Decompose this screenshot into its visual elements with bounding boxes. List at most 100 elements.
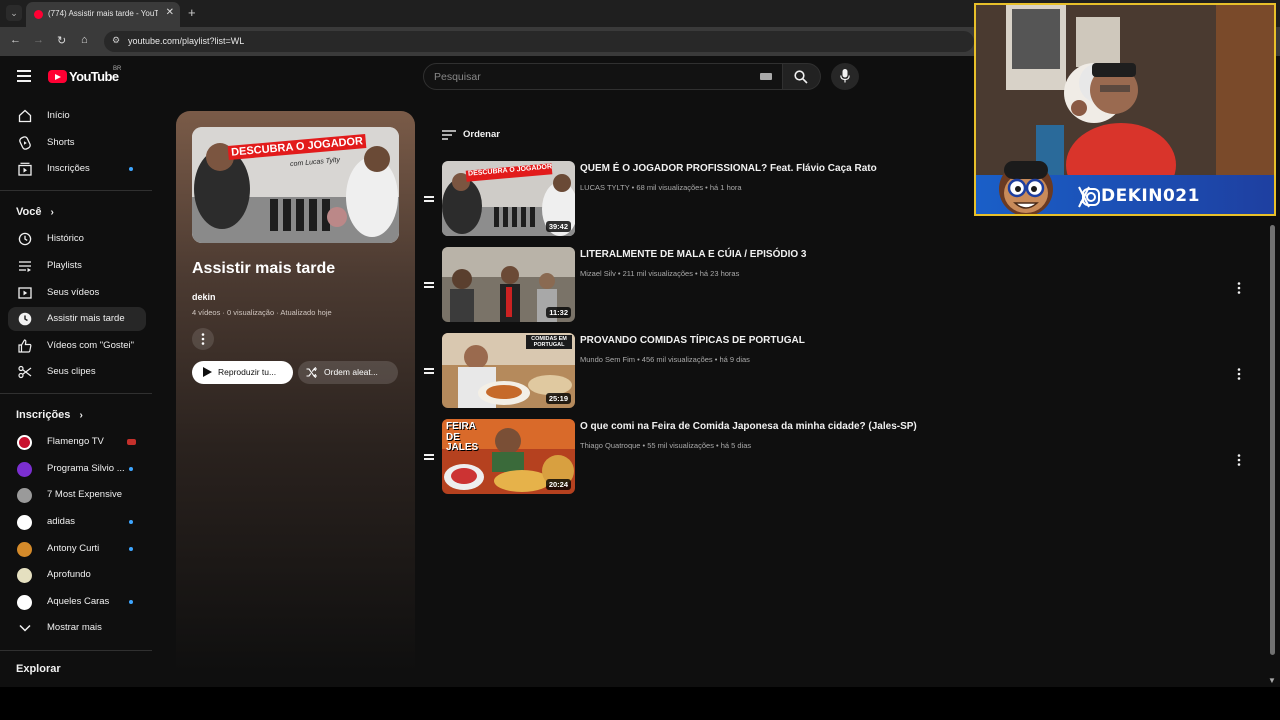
sidebar-item-your-videos[interactable]: Seus vídeos (8, 281, 146, 305)
search-button[interactable] (783, 63, 821, 90)
subscription-item[interactable]: Programa Silvio ... (8, 457, 146, 481)
shuffle-button[interactable]: Ordem aleat... (298, 361, 398, 384)
sidebar-item-label: Inscrições (47, 163, 90, 174)
channel-avatar-slot (17, 567, 32, 583)
subscription-item[interactable]: Antony Curti (8, 537, 146, 561)
subscription-item[interactable]: adidas (8, 510, 146, 534)
sidebar-item-clips[interactable]: Seus clipes (8, 360, 146, 384)
video-thumbnail[interactable]: FEIRA DE JALES 20:24 (442, 419, 575, 494)
browser-tab[interactable]: (774) Assistir mais tarde - YouTube ✕ (26, 2, 180, 27)
tab-search-button[interactable]: ⌄ (6, 5, 22, 21)
new-content-dot (129, 167, 133, 171)
show-more-label: Mostrar mais (47, 622, 102, 633)
reload-icon[interactable]: ↻ (57, 34, 66, 47)
home-button-icon[interactable]: ⌂ (81, 34, 88, 46)
sidebar-item-playlists[interactable]: Playlists (8, 254, 146, 278)
back-icon[interactable]: ← (10, 34, 21, 46)
scrollbar-thumb[interactable] (1270, 225, 1275, 655)
video-thumbnail[interactable]: 11:32 (442, 247, 575, 322)
sidebar-item-home[interactable]: Início (8, 104, 146, 128)
playlist-owner[interactable]: dekin (192, 292, 216, 302)
video-title[interactable]: QUEM É O JOGADOR PROFISSIONAL? Feat. Flá… (580, 163, 877, 174)
more-vert-icon (201, 333, 205, 345)
voice-search-button[interactable] (831, 63, 859, 90)
drag-handle-icon[interactable] (424, 368, 434, 376)
tab-title: (774) Assistir mais tarde - YouTube (48, 9, 158, 18)
thumbnail-headline: FEIRA DE JALES (446, 421, 479, 453)
show-more-button[interactable]: Mostrar mais (8, 616, 146, 640)
subscription-label: Aprofundo (47, 569, 91, 580)
video-title[interactable]: LITERALMENTE DE MALA E CÚIA / EPISÓDIO 3 (580, 249, 807, 260)
sidebar-item-liked-videos[interactable]: Vídeos com "Gostei" (8, 334, 146, 358)
subscription-label: Programa Silvio ... (47, 463, 125, 474)
sort-button[interactable]: Ordenar (442, 127, 512, 143)
video-meta: LUCAS TYLTY • 68 mil visualizações • há … (580, 183, 742, 192)
playlist-thumbnail[interactable]: DESCUBRA O JOGADOR com Lucas Tylty (192, 127, 399, 243)
sidebar-item-subscriptions[interactable]: Inscrições (8, 157, 146, 181)
sidebar-item-history[interactable]: Histórico (8, 227, 146, 251)
guide-menu-icon[interactable] (17, 70, 31, 82)
video-menu-button[interactable] (1233, 452, 1245, 468)
sidebar-item-label: Seus vídeos (47, 287, 100, 298)
sidebar-item-watch-later[interactable]: Assistir mais tarde (8, 307, 146, 331)
subscription-item[interactable]: Aprofundo (8, 563, 146, 587)
shuffle-label: Ordem aleat... (324, 367, 378, 377)
playlist-title: Assistir mais tarde (192, 260, 336, 277)
sort-label: Ordenar (463, 129, 500, 140)
you-section-heading[interactable]: Você › (16, 206, 54, 218)
video-menu-button[interactable] (1233, 366, 1245, 382)
video-title[interactable]: O que comi na Feira de Comida Japonesa d… (580, 421, 917, 432)
video-title[interactable]: PROVANDO COMIDAS TÍPICAS DE PORTUGAL (580, 335, 805, 346)
channel-avatar-slot (17, 594, 32, 610)
video-thumbnail[interactable]: COMIDAS EM PORTUGAL 25:19 (442, 333, 575, 408)
new-content-dot (129, 520, 133, 524)
playlist-stats: 4 vídeos · 0 visualização · Atualizado h… (192, 308, 332, 317)
site-info-icon[interactable]: ⚙ (112, 35, 120, 46)
youtube-favicon-icon (34, 10, 43, 19)
drag-handle-icon[interactable] (424, 196, 434, 204)
subscriptions-heading-label: Inscrições (16, 409, 71, 421)
sidebar-item-shorts[interactable]: Shorts (8, 131, 146, 155)
subscription-label: Antony Curti (47, 543, 100, 554)
subscriptions-section-heading[interactable]: Inscrições › (16, 409, 83, 421)
sidebar-item-label: Seus clipes (47, 366, 96, 377)
playlist-video-row[interactable]: COMIDAS EM PORTUGAL 25:19 PROVANDO COMID… (420, 333, 1260, 411)
subscriptions-icon (17, 162, 32, 176)
subscription-item[interactable]: 7 Most Expensive (8, 483, 146, 507)
playlist-video-row[interactable]: FEIRA DE JALES 20:24 O que comi na Feira… (420, 419, 1260, 497)
shorts-icon (17, 136, 32, 150)
forward-icon[interactable]: → (33, 34, 44, 46)
drag-handle-icon[interactable] (424, 282, 434, 290)
new-content-dot (129, 467, 133, 471)
tab-close-icon[interactable]: ✕ (166, 7, 174, 18)
webcam-overlay: ♪ DEKIN021 (974, 3, 1276, 216)
keyboard-icon[interactable] (760, 73, 772, 80)
page-scrollbar[interactable] (1268, 215, 1276, 670)
history-icon (17, 232, 32, 246)
video-thumbnail[interactable]: DESCUBRA O JOGADOR 39:42 (442, 161, 575, 236)
subscription-label: Aqueles Caras (47, 596, 110, 607)
subscription-item[interactable]: Flamengo TV (8, 430, 146, 454)
chevron-right-icon: › (79, 410, 83, 421)
sort-icon (442, 130, 456, 140)
playlist-more-button[interactable] (192, 328, 214, 350)
playlist-video-row[interactable]: 11:32 LITERALMENTE DE MALA E CÚIA / EPIS… (420, 247, 1260, 325)
play-all-button[interactable]: Reproduzir tu... (192, 361, 293, 384)
explore-section-heading: Explorar (16, 663, 61, 675)
new-tab-icon[interactable]: + (188, 5, 196, 20)
channel-avatar-slot (17, 541, 32, 557)
search-input[interactable]: Pesquisar (423, 63, 783, 90)
more-vert-icon (1237, 282, 1241, 294)
subscription-item[interactable]: Aqueles Caras (8, 590, 146, 614)
streamer-handle: DEKIN021 (1101, 186, 1200, 206)
video-menu-button[interactable] (1233, 280, 1245, 296)
sidebar-divider (0, 393, 152, 394)
video-meta: Mundo Sem Fim • 456 mil visualizações • … (580, 355, 750, 364)
youtube-logo[interactable]: YouTube BR (48, 66, 128, 85)
drag-handle-icon[interactable] (424, 454, 434, 462)
url-field[interactable]: ⚙ youtube.com/playlist?list=WL (104, 31, 974, 52)
your-videos-icon (17, 286, 32, 300)
scroll-down-arrow-icon[interactable]: ▼ (1268, 676, 1276, 685)
sidebar-item-label: Playlists (47, 260, 82, 271)
channel-avatar-slot (17, 461, 32, 477)
